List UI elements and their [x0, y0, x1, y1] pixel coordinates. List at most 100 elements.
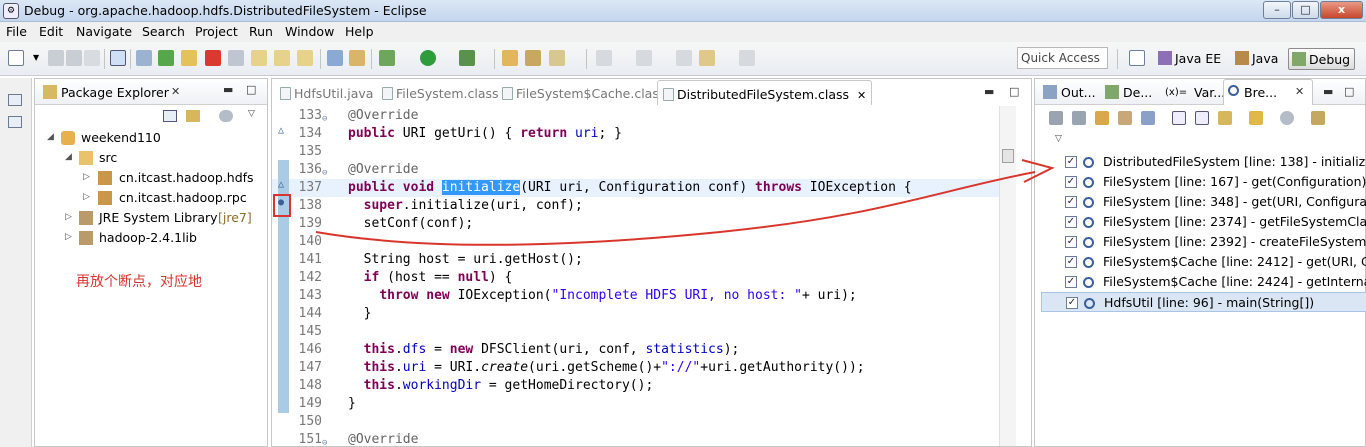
breakpoint-item[interactable]: ✓ HdfsUtil [line: 96] - main(String[])	[1041, 292, 1366, 312]
tree-item-src[interactable]: ◢ src	[35, 148, 267, 168]
link-with-debug-view-icon[interactable]	[1218, 111, 1232, 125]
run-icon[interactable]	[420, 50, 436, 66]
close-tab-icon[interactable]: ✕	[857, 89, 866, 102]
perspective-java[interactable]: Java	[1232, 48, 1282, 70]
go-to-file-icon[interactable]	[1118, 111, 1132, 125]
restore-icon[interactable]	[8, 94, 22, 106]
code-line[interactable]: 151 ⊖ @Override	[272, 431, 999, 447]
console-icon[interactable]	[110, 50, 126, 66]
breakpoint-checkbox[interactable]: ✓	[1065, 156, 1077, 168]
tab-debug[interactable]: De...	[1123, 85, 1152, 100]
terminate-icon[interactable]	[205, 50, 221, 66]
collapse-all-icon[interactable]	[163, 110, 177, 122]
breakpoint-settings-icon[interactable]	[1311, 111, 1325, 125]
tab-variables[interactable]: Var...	[1194, 85, 1225, 100]
show-breakpoints-icon[interactable]	[1095, 111, 1109, 125]
collapse-icon[interactable]: ▷	[65, 232, 72, 242]
breakpoint-item[interactable]: ✓ FileSystem [line: 167] - get(Configurat…	[1041, 172, 1366, 192]
code-line[interactable]: 148 this.workingDir = getHomeDirectory()…	[272, 377, 999, 395]
breakpoint-item[interactable]: ✓ FileSystem [line: 348] - get(URI, Confi…	[1041, 192, 1366, 212]
expand-icon[interactable]: ◢	[65, 152, 72, 162]
chevron-down-icon[interactable]: ▽	[1055, 134, 1062, 144]
tab-breakpoints[interactable]: Bre...	[1244, 85, 1277, 100]
menu-project[interactable]: Project	[195, 24, 238, 39]
editor-tab-filesystem-cache[interactable]: FileSystem$Cache.class	[502, 80, 665, 105]
remove-all-breakpoints-icon[interactable]	[1072, 111, 1086, 125]
view-menu-icon[interactable]	[1280, 111, 1294, 125]
open-task-icon[interactable]	[525, 50, 541, 66]
open-perspective-icon[interactable]	[1129, 50, 1145, 66]
tree-item-hadoop-lib[interactable]: ▷ hadoop-2.4.1lib	[35, 228, 267, 248]
menu-file[interactable]: File	[6, 24, 27, 39]
tree-item-package[interactable]: ▷ cn.itcast.hadoop.rpc	[35, 188, 267, 208]
menu-navigate[interactable]: Navigate	[76, 24, 132, 39]
skip-breakpoints-icon[interactable]	[136, 50, 152, 66]
editor-tab-filesystem[interactable]: FileSystem.class	[382, 80, 499, 105]
next-annotation-icon[interactable]	[596, 50, 612, 66]
tree-item-jre-library[interactable]: ▷ JRE System Library [jre7]	[35, 208, 267, 228]
disconnect-icon[interactable]	[228, 50, 244, 66]
editor-scrollbar[interactable]	[999, 106, 1016, 446]
save-icon[interactable]	[48, 50, 64, 66]
breakpoint-marker-icon[interactable]: ●	[278, 197, 284, 208]
maximize-button[interactable]: □	[1292, 1, 1319, 19]
quick-access-input[interactable]: Quick Access	[1017, 47, 1108, 69]
close-tab-icon[interactable]: ✕	[171, 85, 180, 98]
external-tools-icon[interactable]	[459, 50, 475, 66]
breakpoint-checkbox[interactable]: ✓	[1065, 276, 1077, 288]
code-line[interactable]: 142 if (host == null) {	[272, 269, 999, 287]
breakpoint-item[interactable]: ✓ FileSystem$Cache [line: 2424] - getInte…	[1041, 272, 1366, 292]
code-line[interactable]: 144 }	[272, 305, 999, 323]
code-line[interactable]: 149}	[272, 395, 999, 413]
code-line[interactable]: 141 String host = uri.getHost();	[272, 251, 999, 269]
search-icon[interactable]	[549, 50, 565, 66]
resume-icon[interactable]	[158, 50, 174, 66]
chevron-down-icon[interactable]: ▽	[248, 109, 255, 119]
suspend-icon[interactable]	[181, 50, 197, 66]
close-button[interactable]: x	[1320, 1, 1363, 19]
minimize-button[interactable]: –	[1263, 1, 1291, 19]
expand-all-icon[interactable]	[1172, 111, 1186, 125]
close-tab-icon[interactable]: ✕	[1295, 85, 1304, 98]
new-icon[interactable]	[8, 50, 24, 66]
scrollbar-thumb[interactable]	[1002, 149, 1014, 163]
collapse-icon[interactable]: ▷	[65, 212, 72, 222]
minimize-view-icon[interactable]: ▬	[223, 83, 233, 96]
override-marker-icon[interactable]: △	[278, 125, 284, 136]
code-line[interactable]: 143 throw new IOException("Incomplete HD…	[272, 287, 999, 305]
previous-annotation-icon[interactable]	[636, 50, 652, 66]
drop-to-frame-icon[interactable]	[327, 50, 343, 66]
open-type-icon[interactable]	[502, 50, 518, 66]
link-with-editor-icon[interactable]	[186, 110, 200, 122]
use-step-filters-icon[interactable]	[349, 50, 365, 66]
menu-edit[interactable]: Edit	[39, 24, 63, 39]
code-line[interactable]: 139 setConf(conf);	[272, 215, 999, 233]
remove-breakpoint-icon[interactable]	[1049, 111, 1063, 125]
code-line[interactable]: 150	[272, 413, 999, 431]
code-line[interactable]: 140	[272, 233, 999, 251]
collapse-icon[interactable]: ▷	[83, 192, 90, 202]
breakpoint-checkbox[interactable]: ✓	[1065, 236, 1077, 248]
package-explorer-tab[interactable]: Package Explorer ✕ ▬ □	[35, 79, 267, 105]
fold-icon[interactable]: ⊖	[322, 434, 327, 447]
code-line[interactable]: 138 super.initialize(uri, conf);	[272, 197, 999, 215]
menu-help[interactable]: Help	[345, 24, 374, 39]
code-editor[interactable]: 133 ⊖ @Override 134 public URI getUri() { re…	[272, 106, 1031, 447]
breakpoint-item[interactable]: ✓ DistributedFileSystem [line: 138] - ini…	[1041, 152, 1366, 172]
code-line[interactable]: 133 ⊖ @Override	[272, 107, 999, 125]
tab-outline[interactable]: Out...	[1061, 85, 1096, 100]
menu-run[interactable]: Run	[249, 24, 273, 39]
editor-tab-hdfsutil[interactable]: HdfsUtil.java	[280, 80, 373, 105]
step-over-icon[interactable]	[274, 50, 290, 66]
override-marker-icon[interactable]: △	[278, 179, 284, 190]
maximize-view-icon[interactable]: □	[246, 83, 256, 96]
breakpoint-item[interactable]: ✓ FileSystem [line: 2374] - getFileSystem…	[1041, 212, 1366, 232]
collapse-icon[interactable]: ▷	[83, 172, 90, 182]
breakpoint-checkbox[interactable]: ✓	[1065, 176, 1077, 188]
view-menu-icon[interactable]	[219, 110, 233, 122]
code-line[interactable]: 146 this.dfs = new DFSClient(uri, conf, …	[272, 341, 999, 359]
editor-tab-distributedfilesystem[interactable]: DistributedFileSystem.class ✕	[657, 80, 873, 105]
back-icon[interactable]	[699, 50, 715, 66]
perspective-java-ee[interactable]: Java EE	[1155, 48, 1225, 70]
perspective-debug[interactable]: Debug	[1288, 48, 1356, 70]
